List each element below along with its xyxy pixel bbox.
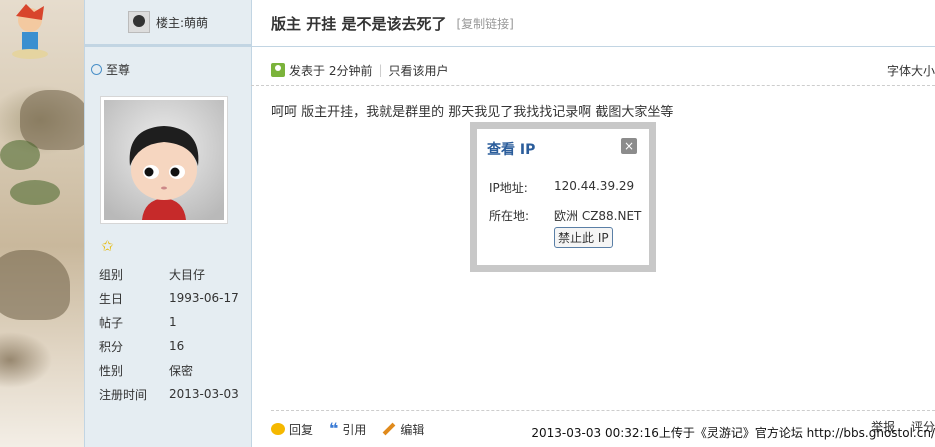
profile-row: 生日 1993-06-17 xyxy=(99,286,249,310)
pencil-icon xyxy=(383,422,396,436)
author-sidebar: 楼主:萌萌 至尊 ✩ 组别 大目仔 生日 1993-06-17 帖子 1 积分 … xyxy=(84,0,252,447)
quote-icon: ❝ xyxy=(329,419,339,438)
reply-icon xyxy=(271,423,285,435)
ip-dialog-body: 查看 IP × IP地址: 120.44.39.29 所在地: 欧洲 CZ88.… xyxy=(477,129,649,265)
thread-title: 版主 开挂 是不是该去死了 xyxy=(271,14,447,33)
profile-label: 注册时间 xyxy=(99,387,148,402)
ip-dialog: 查看 IP × IP地址: 120.44.39.29 所在地: 欧洲 CZ88.… xyxy=(470,122,656,272)
post-meta: 发表于 2分钟前 | 只看该用户 字体大小 xyxy=(251,55,935,86)
profile-row: 注册时间 2013-03-03 xyxy=(99,382,249,406)
quote-label: 引用 xyxy=(342,422,367,437)
profile-value: 保密 xyxy=(169,363,194,378)
divider: | xyxy=(378,63,383,77)
upload-watermark: 2013-03-03 00:32:16上传于《灵游记》官方论坛 http://b… xyxy=(531,424,935,441)
online-user-icon xyxy=(271,63,285,77)
avatar-image xyxy=(104,100,224,220)
location-value: 欧洲 CZ88.NET xyxy=(554,209,642,223)
location-label: 所在地: xyxy=(489,209,530,223)
forum-url: http://bbs.gnostol.cn/ xyxy=(806,426,935,440)
upload-text: 2013-03-03 00:32:16上传于《灵游记》官方论坛 xyxy=(531,426,803,440)
star-icon: ✩ xyxy=(101,237,114,255)
author-profile: 组别 大目仔 生日 1993-06-17 帖子 1 积分 16 性别 保密 注册… xyxy=(99,262,249,406)
background-scenery xyxy=(0,0,84,447)
edit-label: 编辑 xyxy=(400,422,425,437)
post-content: 呵呵 版主开挂，我就是群里的 那天我见了我找找记录啊 截图大家坐等 xyxy=(271,105,674,120)
edit-button[interactable]: 编辑 xyxy=(382,421,424,438)
profile-row: 性别 保密 xyxy=(99,358,249,382)
online-status-icon xyxy=(91,64,102,75)
ban-ip-button[interactable]: 禁止此 IP xyxy=(554,227,613,248)
copy-link-button[interactable]: [复制链接] xyxy=(456,15,513,32)
quote-button[interactable]: ❝ 引用 xyxy=(329,421,366,438)
game-character-icon xyxy=(12,4,48,59)
profile-label: 组别 xyxy=(99,267,124,282)
profile-row: 积分 16 xyxy=(99,334,249,358)
author-header: 楼主:萌萌 xyxy=(85,0,251,47)
profile-value[interactable]: 1 xyxy=(169,315,177,329)
profile-label: 帖子 xyxy=(99,315,124,330)
profile-value: 大目仔 xyxy=(169,267,206,282)
profile-label: 性别 xyxy=(99,363,124,378)
profile-row: 帖子 1 xyxy=(99,310,249,334)
font-size-control[interactable]: 字体大小 xyxy=(887,62,935,79)
author-rank-label[interactable]: 至尊 xyxy=(106,61,130,78)
profile-label: 生日 xyxy=(99,291,124,306)
location-row: 所在地: 欧洲 CZ88.NET xyxy=(489,207,641,224)
avatar-thumbnail[interactable] xyxy=(127,11,150,33)
only-author-link[interactable]: 只看该用户 xyxy=(389,62,449,79)
profile-label: 积分 xyxy=(99,339,124,354)
ip-address-value: 120.44.39.29 xyxy=(554,179,635,193)
posted-time: 发表于 2分钟前 xyxy=(289,63,373,78)
avatar[interactable] xyxy=(100,96,228,224)
ip-dialog-title: 查看 IP xyxy=(487,142,536,158)
profile-value: 16 xyxy=(169,339,185,353)
author-rank: 至尊 xyxy=(85,47,251,78)
ip-address-row: IP地址: 120.44.39.29 xyxy=(489,179,634,196)
profile-row: 组别 大目仔 xyxy=(99,262,249,286)
thread-title-bar: 版主 开挂 是不是该去死了 [复制链接] xyxy=(251,0,935,47)
reply-button[interactable]: 回复 xyxy=(271,421,313,438)
close-icon[interactable]: × xyxy=(621,138,637,154)
profile-value: 2013-03-03 xyxy=(169,387,239,401)
author-header-label[interactable]: 楼主:萌萌 xyxy=(156,14,208,31)
post-main: 版主 开挂 是不是该去死了 [复制链接] 发表于 2分钟前 | 只看该用户 字体… xyxy=(251,0,935,447)
ip-address-label: IP地址: xyxy=(489,181,528,195)
profile-value: 1993-06-17 xyxy=(169,291,239,305)
reply-label: 回复 xyxy=(289,422,314,437)
